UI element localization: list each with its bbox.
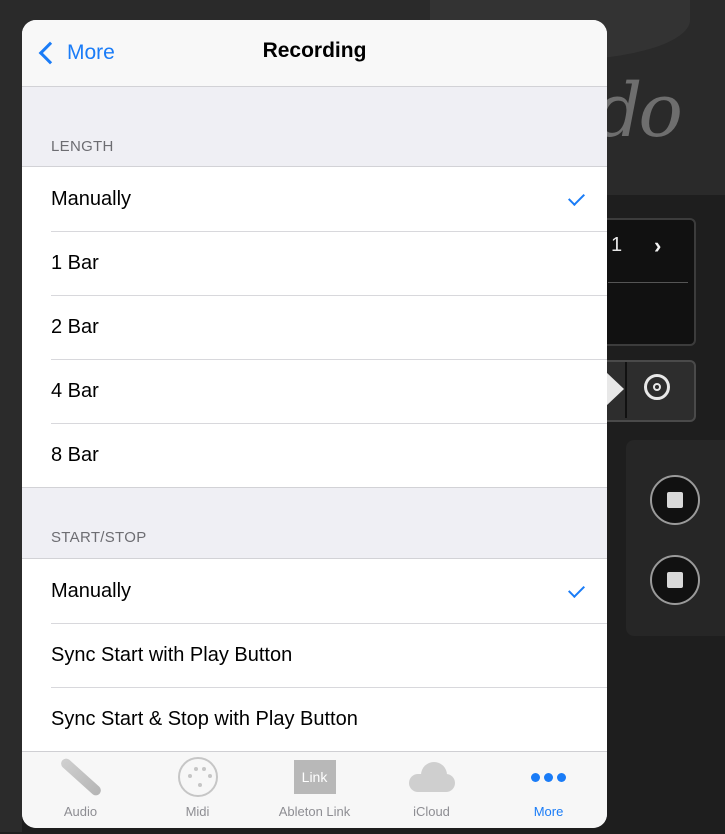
checkmark-icon [568,581,585,598]
track-pad-panel [626,440,725,636]
tab-icloud[interactable]: iCloud [373,752,490,828]
tab-label: Midi [185,804,210,819]
option-label: Manually [51,187,132,210]
section-header-start-stop: START/STOP [51,529,147,546]
toolbar-divider [625,362,627,418]
bar-number: 1 [611,234,623,256]
start-stop-options-list: Manually Sync Start with Play Button Syn… [22,558,607,752]
tab-audio[interactable]: Audio [22,752,139,828]
length-option-2-bar[interactable]: 2 Bar [22,295,607,359]
tab-ableton-link[interactable]: Link Ableton Link [256,752,373,828]
tab-label: More [533,804,564,819]
link-icon: Link [293,760,336,794]
next-chevron-icon[interactable]: › [654,233,661,259]
length-option-8-bar[interactable]: 8 Bar [22,423,607,487]
start-stop-option-sync-start-stop[interactable]: Sync Start & Stop with Play Button [22,687,607,751]
section-header-length: LENGTH [51,138,114,155]
tab-label: Audio [63,804,98,819]
option-label: 4 Bar [51,379,99,402]
cloud-icon [408,762,455,792]
navigation-bar: More Recording [22,20,607,87]
tab-more[interactable]: More [490,752,607,828]
option-label: 1 Bar [51,251,99,274]
length-option-manually[interactable]: Manually [22,167,607,231]
option-label: Sync Start & Stop with Play Button [51,707,358,730]
length-option-4-bar[interactable]: 4 Bar [22,359,607,423]
page-title: Recording [262,39,367,62]
length-options-list: Manually 1 Bar 2 Bar 4 Bar 8 Bar [22,166,607,488]
length-option-1-bar[interactable]: 1 Bar [22,231,607,295]
stop-button[interactable] [650,475,700,525]
start-stop-option-sync-start[interactable]: Sync Start with Play Button [22,623,607,687]
midi-connector-icon [177,757,218,797]
tab-bar: Audio Midi Link Ableton Link iCloud More [22,751,607,828]
start-stop-option-manually[interactable]: Manually [22,559,607,623]
option-label: 8 Bar [51,443,99,466]
recording-popover: More Recording LENGTH Manually 1 Bar 2 B… [22,20,607,828]
option-label: Manually [51,579,132,602]
settings-gear-icon[interactable] [644,374,670,400]
tab-label: iCloud [413,804,450,819]
play-icon[interactable] [606,372,624,406]
option-label: 2 Bar [51,315,99,338]
more-dots-icon [531,772,566,782]
tab-midi[interactable]: Midi [139,752,256,828]
background-left-strip [0,20,22,832]
stop-button[interactable] [650,555,700,605]
audio-jack-icon [58,756,103,798]
checkmark-icon [568,189,585,206]
option-label: Sync Start with Play Button [51,643,293,666]
app-logo: do [595,68,683,154]
tab-label: Ableton Link [278,804,351,819]
